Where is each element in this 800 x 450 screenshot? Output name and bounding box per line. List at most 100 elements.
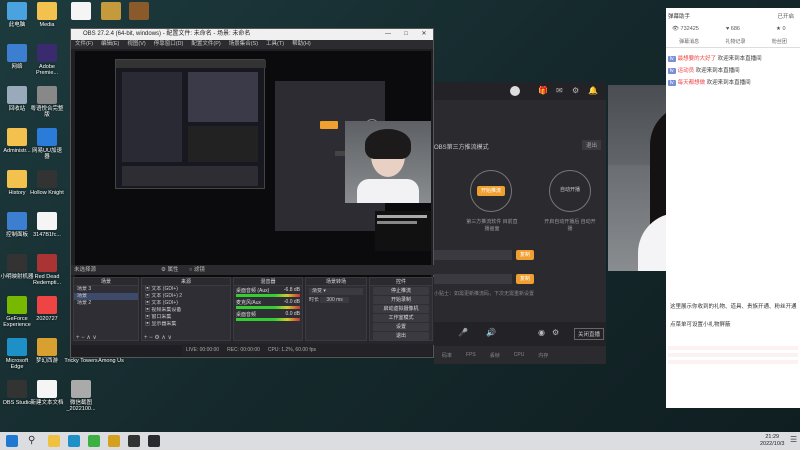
bell-icon[interactable]: 🔔 — [588, 86, 598, 95]
start-stream-button[interactable]: 开始推流 — [477, 186, 505, 196]
desktop-icon[interactable]: OBS Studio — [0, 380, 34, 406]
obs-menu-item[interactable]: 编辑(E) — [101, 40, 119, 49]
obs-window[interactable]: OBS 27.2.4 (64-bit, windows) - 配置文件: 未命名… — [70, 28, 435, 358]
copy-key-button[interactable]: 复制 — [516, 274, 534, 284]
desktop-icon[interactable]: Adobe Premie... — [30, 44, 64, 77]
transition-select[interactable]: 渐变 ▾ — [309, 288, 363, 295]
search-icon[interactable]: ⚲ — [28, 435, 40, 447]
desktop-icon[interactable] — [64, 2, 98, 22]
desktop-icon[interactable] — [122, 2, 156, 22]
desktop-icon[interactable]: 此电脑 — [0, 2, 34, 28]
desktop-icon[interactable]: 新建文本文档 — [30, 380, 64, 406]
desktop-icon[interactable]: 小明映射机器 — [0, 254, 34, 280]
exit-button[interactable]: 退出 — [582, 140, 602, 150]
source-item[interactable]: ▣ 文本 (GDI+) — [142, 300, 230, 307]
desktop-icon[interactable]: Microsoft Edge — [0, 338, 34, 371]
obs-menu-item[interactable]: 场景集合(S) — [229, 40, 258, 49]
eye-icon[interactable]: ◉ — [538, 328, 545, 337]
desktop-icon[interactable]: Media — [30, 2, 64, 28]
edge-icon[interactable] — [68, 435, 80, 447]
volume-meter[interactable] — [236, 306, 300, 309]
option-1-circle[interactable]: 开始推流 — [470, 170, 512, 212]
chat-tab[interactable]: 弹幕消息 — [679, 38, 699, 47]
scene-toolbar[interactable]: + − ∧ ∨ — [76, 334, 97, 341]
close-icon[interactable]: ✕ — [415, 29, 433, 40]
stream-url-field[interactable] — [434, 250, 512, 260]
scene-item[interactable]: 场景 2 — [74, 300, 138, 307]
chat-tab[interactable]: 粉丝团 — [772, 38, 787, 47]
helper-footer: 码率 FPS 丢帧 CPU 内存 — [434, 352, 606, 359]
obs-preview-canvas[interactable] — [75, 51, 431, 283]
scene-item[interactable]: 场景 3 — [74, 286, 138, 293]
obs-menu-item[interactable]: 停靠窗口(D) — [154, 40, 184, 49]
source-item[interactable]: ▣ 窗口采集 — [142, 314, 230, 321]
control-button[interactable]: 开始录制 — [373, 296, 429, 304]
file-explorer-icon[interactable] — [48, 435, 60, 447]
desktop-icon[interactable]: 控制面板 — [0, 212, 34, 238]
chat-tab[interactable]: 礼物记录 — [725, 38, 745, 47]
desktop-icon[interactable]: 2020727 — [30, 296, 64, 322]
control-button[interactable]: 启动虚拟摄像机 — [373, 305, 429, 313]
source-item[interactable]: ▣ 文本 (GDI+) — [142, 286, 230, 293]
copy-url-button[interactable]: 复制 — [516, 250, 534, 260]
chat-username[interactable]: 每天都想做 — [678, 80, 707, 86]
clock[interactable]: 21:29 2022/10/3 — [760, 434, 784, 447]
desktop-icon[interactable]: 网络 — [0, 44, 34, 70]
desktop-icon[interactable]: Hollow Knight — [30, 170, 64, 196]
obs-menu-item[interactable]: 文件(F) — [75, 40, 93, 49]
duration-input[interactable]: 300 ms — [320, 297, 349, 303]
gear-icon[interactable]: ⚙ — [552, 328, 559, 337]
desktop-icon[interactable]: 粤语悦合完整 版 — [30, 86, 64, 119]
mail-icon[interactable]: ✉ — [556, 86, 563, 95]
properties-button[interactable]: ⚙ 属性 — [161, 265, 178, 275]
chat-username[interactable]: 最想要的大好了 — [678, 56, 718, 62]
notification-icon[interactable]: ☰ — [790, 435, 797, 444]
control-button[interactable]: 设置 — [373, 323, 429, 331]
desktop-icon[interactable]: Red Dead Redempti... — [30, 254, 64, 287]
scene-item[interactable]: 场景 — [74, 293, 138, 300]
volume-meter[interactable] — [236, 294, 300, 297]
mixer-channel: 桌面音频 0.0 dB — [234, 310, 302, 322]
close-live-button[interactable]: 关闭直播 — [574, 328, 605, 340]
filters-label: 滤镜 — [193, 267, 205, 273]
cpu-stats: CPU: 1.2%, 60.00 fps — [267, 347, 316, 353]
source-item[interactable]: ▣ 视频采集设备 — [142, 307, 230, 314]
source-item[interactable]: ▣ 显示器采集 — [142, 321, 230, 328]
desktop-icon[interactable]: 梦幻西游 — [30, 338, 64, 364]
obs-menu-item[interactable]: 视图(V) — [127, 40, 145, 49]
chat-username[interactable]: 运动员 — [678, 68, 696, 74]
control-button[interactable]: 退出 — [373, 332, 429, 340]
obs-menu-item[interactable]: 帮助(H) — [292, 40, 311, 49]
control-button[interactable]: 工作室模式 — [373, 314, 429, 322]
avatar[interactable] — [510, 86, 520, 96]
maximize-icon[interactable]: □ — [397, 29, 415, 40]
desktop-icon[interactable]: 微信截图 _2022100... — [64, 380, 98, 413]
option-2-circle[interactable]: 自动开播 — [549, 170, 591, 212]
desktop-icon[interactable]: 回收站 — [0, 86, 34, 112]
gift-icon[interactable]: 🎁 — [538, 86, 548, 95]
obs-taskbar-icon[interactable] — [128, 435, 140, 447]
desktop-icon[interactable]: Administr... — [0, 128, 34, 154]
speaker-icon[interactable]: 🔊 — [486, 328, 496, 337]
settings-icon[interactable]: ⚙ — [572, 86, 579, 95]
obs-menu-item[interactable]: 工具(T) — [266, 40, 284, 49]
windows-start-icon[interactable] — [6, 435, 18, 447]
volume-meter[interactable] — [236, 318, 300, 321]
mic-icon[interactable]: 🎤 — [458, 328, 468, 337]
control-button[interactable]: 停止推流 — [373, 287, 429, 295]
stream-key-field[interactable] — [434, 274, 512, 284]
desktop-icon[interactable]: 3147B1fc... — [30, 212, 64, 238]
obs-menu-item[interactable]: 配置文件(P) — [191, 40, 220, 49]
live-helper-window[interactable]: 🎁 ✉ ⚙ 🔔 OBS第三方推流模式 退出 开始推流 自动开播 第三方推流软件 … — [434, 82, 606, 364]
desktop-icon[interactable]: GeForce Experience — [0, 296, 34, 329]
desktop-icon[interactable]: History — [0, 170, 34, 196]
source-item[interactable]: ▣ 文本 (GDI+) 2 — [142, 293, 230, 300]
source-toolbar[interactable]: + − ⚙ ∧ ∨ — [144, 334, 172, 341]
helper-top-bar: 🎁 ✉ ⚙ 🔔 — [434, 82, 606, 100]
app-icon[interactable] — [108, 435, 120, 447]
live-helper-taskbar-icon[interactable] — [148, 435, 160, 447]
desktop-icon[interactable]: 网易UU加速 器 — [30, 128, 64, 161]
wechat-icon[interactable] — [88, 435, 100, 447]
minimize-icon[interactable]: — — [379, 29, 397, 40]
filters-button[interactable]: ○ 滤镜 — [189, 265, 205, 275]
